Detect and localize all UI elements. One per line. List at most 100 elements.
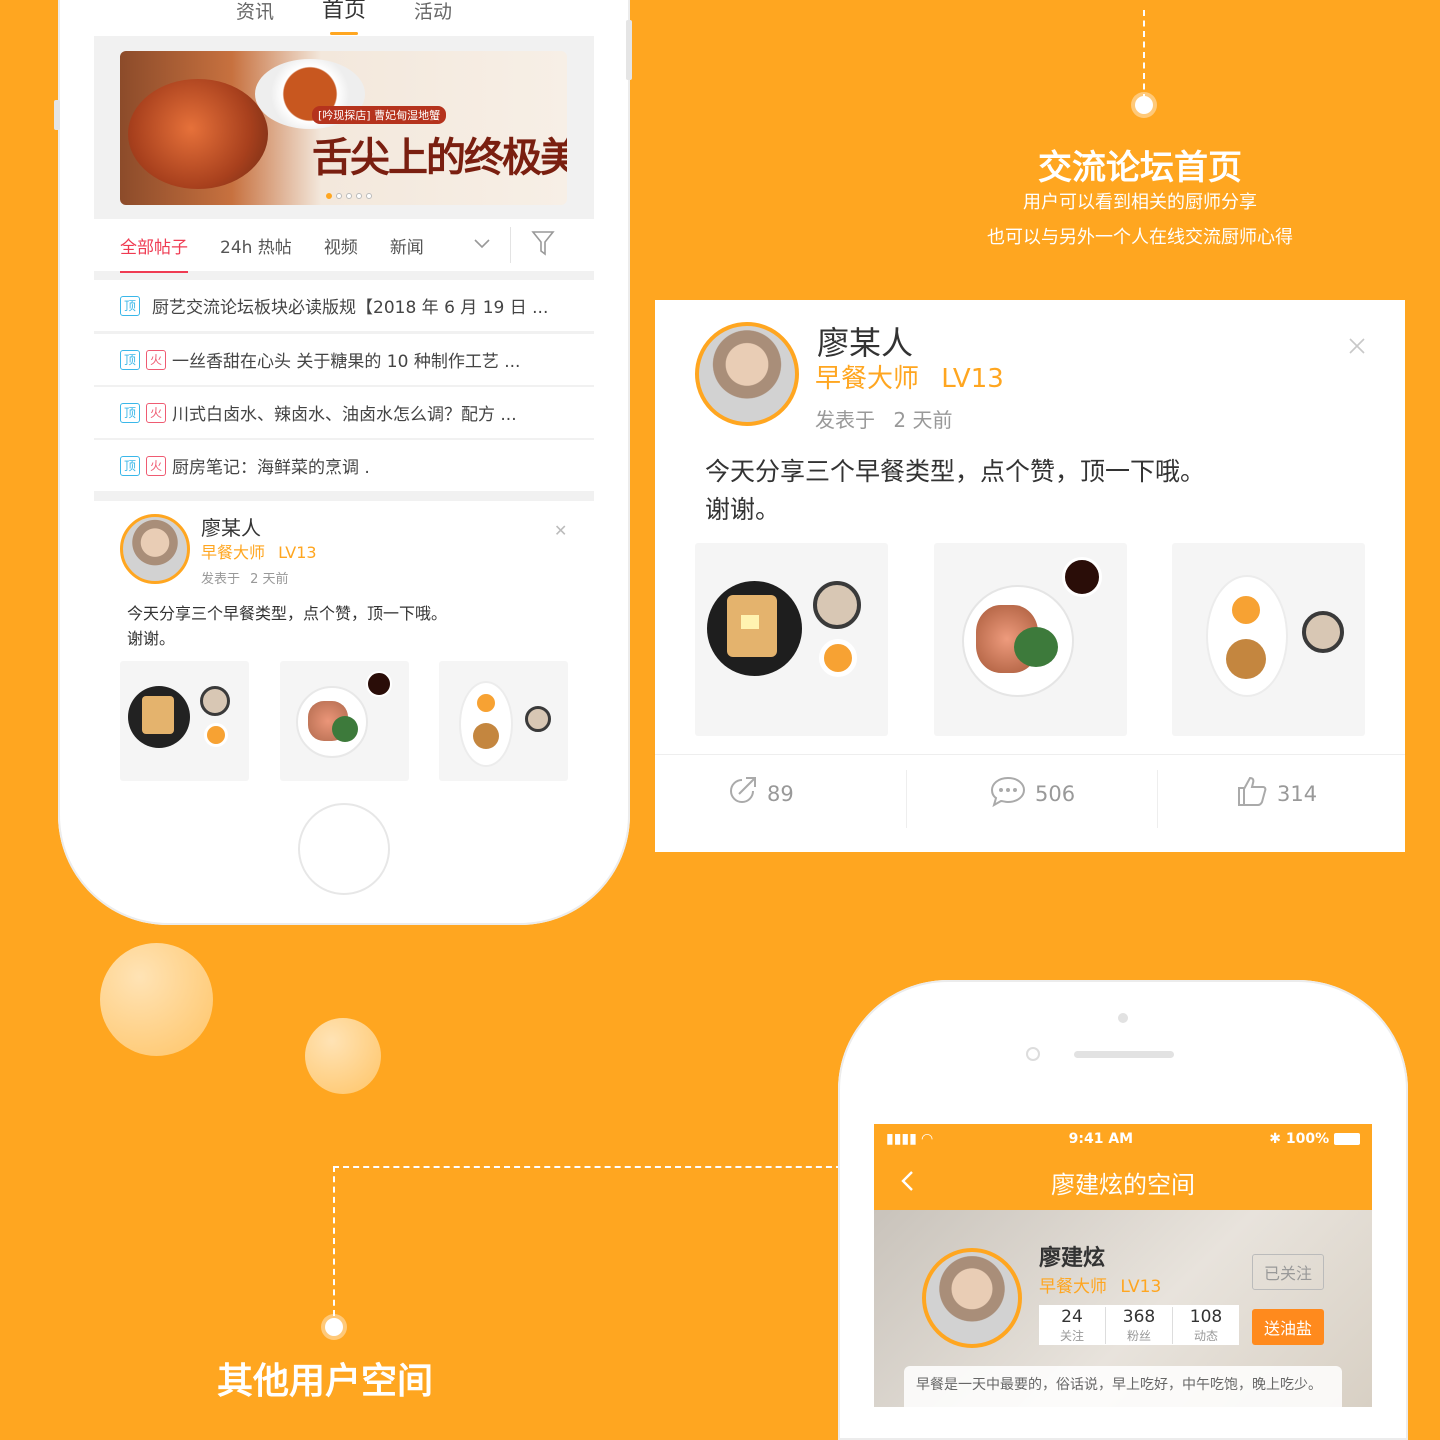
pinned-badge: 顶: [120, 455, 140, 476]
breakfast-photo-1[interactable]: [120, 661, 249, 781]
status-bar: ▮▮▮▮ ◠ 9:41 AM ✱ 100%: [874, 1124, 1372, 1154]
page-title: 廖建炫的空间: [1051, 1170, 1195, 1199]
gift-button[interactable]: 送油盐: [1252, 1309, 1324, 1345]
banner-headline: 舌尖上的终极美味: [312, 134, 567, 181]
post-text-2: 谢谢。: [705, 495, 781, 524]
stats-box: 24 关注 368 粉丝 108 动态: [1039, 1305, 1239, 1345]
decor-bubble-small: [305, 1018, 381, 1094]
filter-hot-24h[interactable]: 24h 热帖: [220, 233, 292, 258]
signal-icon: ▮▮▮▮ ◠: [886, 1131, 933, 1147]
post-filter-bar: 全部帖子 24h 热帖 视频 新闻: [94, 219, 594, 273]
author-level: LV13: [941, 364, 1004, 394]
profile-level: LV13: [1120, 1277, 1162, 1297]
connector-dot: [325, 1318, 343, 1336]
user-space-screen: ▮▮▮▮ ◠ 9:41 AM ✱ 100% 廖建炫的空间 廖建炫 早餐大师 LV…: [874, 1124, 1372, 1407]
section-subtitle-1: 用户可以看到相关的厨师分享: [1023, 192, 1257, 213]
author-level: LV13: [278, 543, 317, 562]
author-rank: 早餐大师: [815, 364, 920, 394]
carousel-dots[interactable]: [326, 193, 372, 199]
hot-badge: 火: [146, 349, 166, 370]
feed-card[interactable]: 廖某人 早餐大师 LV13 发表于 2 天前 ✕ 今天分享三个早餐类型，点个赞，…: [94, 501, 594, 781]
forum-screen: 资讯 首页 活动 [吟现探店] 曹妃甸湿地蟹 舌尖上的终极美味 全部帖子 24h…: [94, 0, 594, 781]
section-subtitle-2: 也可以与另外一个人在线交流厨师心得: [987, 227, 1293, 248]
author-name[interactable]: 廖某人: [201, 512, 261, 541]
post-time: 2 天前: [250, 572, 289, 587]
crab-image: [128, 79, 268, 189]
post-title: 厨房笔记：海鲜菜的烹调 .: [172, 458, 370, 478]
close-icon[interactable]: ✕: [554, 521, 567, 540]
section-title-user-space: 其他用户空间: [216, 1361, 433, 1402]
stat-posts[interactable]: 108 动态: [1173, 1307, 1239, 1344]
post-row[interactable]: 顶 火 川式白卤水、辣卤水、油卤水怎么调？配方 ...: [94, 387, 594, 438]
bio-text: 早餐是一天中最要的，俗话说，早上吃好，中午吃饱，晚上吃少。: [916, 1377, 1322, 1393]
pinned-badge: 顶: [120, 349, 140, 370]
post-text-2: 谢谢。: [127, 629, 176, 648]
post-row[interactable]: 顶 厨艺交流论坛板块必读版规【2018 年 6 月 19 日 ...: [94, 280, 594, 331]
post-title: 一丝香甜在心头 关于糖果的 10 种制作工艺 ...: [172, 352, 521, 372]
share-count: 89: [767, 781, 794, 806]
stat-following[interactable]: 24 关注: [1039, 1306, 1106, 1344]
breakfast-photo-3[interactable]: [439, 661, 568, 781]
bluetooth-icon: ✱: [1269, 1131, 1286, 1147]
breakfast-photo-2[interactable]: [280, 661, 409, 781]
connector-dot: [1135, 96, 1153, 114]
comment-button[interactable]: 506: [989, 774, 1075, 813]
close-icon[interactable]: [1347, 336, 1367, 360]
comment-icon: [989, 774, 1027, 813]
stat-fans[interactable]: 368 粉丝: [1106, 1306, 1173, 1344]
comment-count: 506: [1035, 781, 1076, 806]
battery-level: 100%: [1285, 1131, 1330, 1147]
like-icon: [1235, 774, 1269, 813]
followed-button[interactable]: 已关注: [1252, 1254, 1324, 1290]
decor-bubble-large: [100, 943, 213, 1056]
post-title: 川式白卤水、辣卤水、油卤水怎么调？配方 ...: [172, 405, 517, 425]
profile-hero: 廖建炫 早餐大师 LV13 已关注 24 关注 368 粉丝 108 动态 送油盐 早…: [874, 1210, 1372, 1407]
filter-icon[interactable]: [530, 229, 556, 263]
share-icon: [725, 774, 759, 813]
banner-tag: [吟现探店] 曹妃甸湿地蟹: [312, 106, 447, 124]
post-title: 厨艺交流论坛板块必读版规【2018 年 6 月 19 日 ...: [152, 298, 549, 318]
post-text: 今天分享三个早餐类型，点个赞，顶一下哦。: [705, 457, 1206, 486]
filter-all-posts[interactable]: 全部帖子: [120, 233, 188, 273]
author-rank: 早餐大师: [201, 543, 266, 562]
avatar[interactable]: [922, 1248, 1022, 1348]
like-button[interactable]: 314: [1235, 774, 1317, 813]
share-button[interactable]: 89: [725, 774, 794, 813]
avatar[interactable]: [695, 322, 799, 426]
filter-video[interactable]: 视频: [324, 233, 358, 258]
battery-icon: [1334, 1133, 1360, 1145]
section-title-forum: 交流论坛首页: [1038, 148, 1242, 188]
hot-badge: 火: [146, 402, 166, 423]
post-row[interactable]: 顶 火 厨房笔记：海鲜菜的烹调 .: [94, 440, 594, 491]
post-time: 2 天前: [893, 408, 953, 432]
avatar[interactable]: [120, 514, 190, 584]
status-time: 9:41 AM: [1068, 1131, 1134, 1147]
pinned-badge: 顶: [120, 295, 140, 316]
post-text: 今天分享三个早餐类型，点个赞，顶一下哦。: [127, 604, 448, 623]
breakfast-photo-2[interactable]: [934, 543, 1127, 736]
post-card-enlarged[interactable]: 廖某人 早餐大师 LV13 发表于 2 天前 今天分享三个早餐类型，点个赞，顶一…: [655, 300, 1405, 852]
home-button[interactable]: [298, 803, 390, 895]
hot-badge: 火: [146, 455, 166, 476]
profile-rank: 早餐大师: [1039, 1277, 1107, 1297]
posted-label: 发表于: [201, 572, 241, 587]
nav-header: 廖建炫的空间: [874, 1154, 1372, 1210]
tab-home[interactable]: 首页: [322, 0, 366, 35]
profile-name: 廖建炫: [1039, 1246, 1106, 1271]
connector-line: [333, 1166, 335, 1316]
tab-news[interactable]: 资讯: [236, 0, 274, 24]
connector-line: [1143, 10, 1145, 100]
chevron-down-icon[interactable]: [472, 233, 492, 257]
post-row[interactable]: 顶 火 一丝香甜在心头 关于糖果的 10 种制作工艺 ...: [94, 334, 594, 385]
filter-news[interactable]: 新闻: [390, 233, 424, 258]
pinned-badge: 顶: [120, 402, 140, 423]
profile-bio: 早餐是一天中最要的，俗话说，早上吃好，中午吃饱，晚上吃少。: [904, 1366, 1342, 1407]
like-count: 314: [1277, 781, 1318, 806]
promo-banner[interactable]: [吟现探店] 曹妃甸湿地蟹 舌尖上的终极美味: [120, 51, 567, 205]
back-icon[interactable]: [898, 1166, 918, 1203]
tab-events[interactable]: 活动: [414, 0, 452, 24]
breakfast-photo-3[interactable]: [1172, 543, 1365, 736]
breakfast-photo-1[interactable]: [695, 543, 888, 736]
top-tabs: 资讯 首页 活动: [94, 0, 594, 36]
posted-label: 发表于: [815, 408, 875, 432]
